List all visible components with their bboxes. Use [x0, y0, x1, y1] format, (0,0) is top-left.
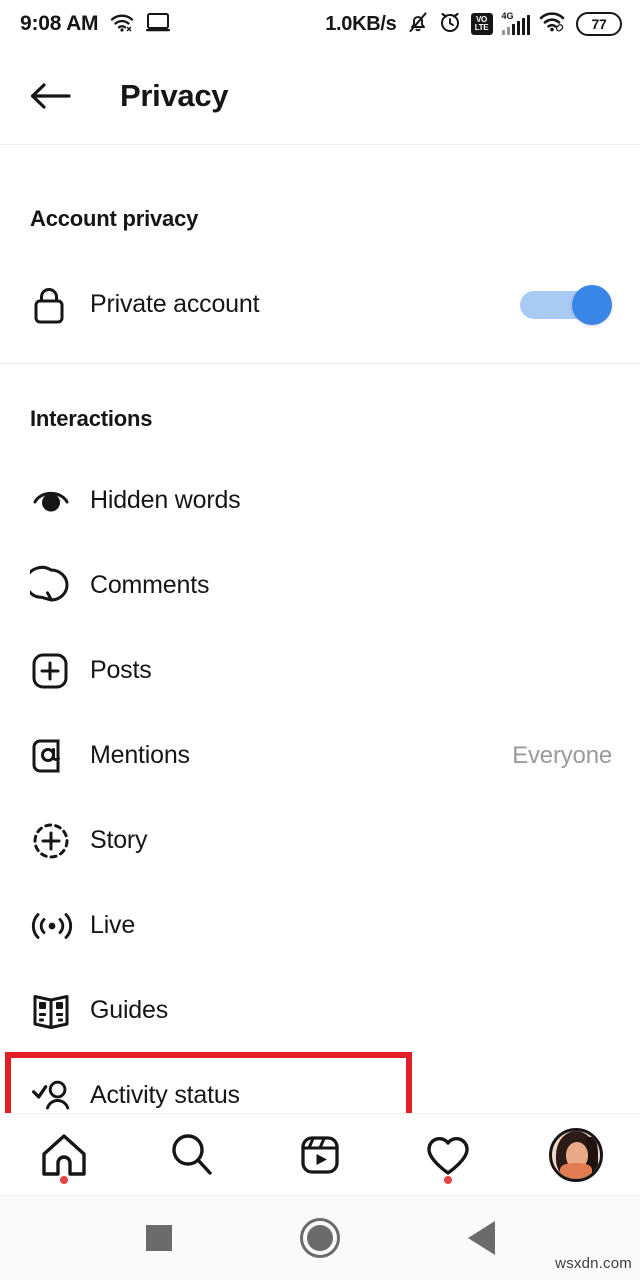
row-label-story: Story [90, 826, 148, 854]
android-system-nav [0, 1195, 640, 1280]
section-title-interactions: Interactions [30, 406, 153, 431]
row-comments[interactable]: Comments [0, 543, 640, 628]
volte-icon: VO LTE [470, 13, 493, 35]
screencast-icon [146, 12, 171, 37]
nav-home[interactable] [19, 1120, 109, 1190]
nav-activity[interactable] [403, 1120, 493, 1190]
search-icon [172, 1133, 212, 1175]
nav-reels[interactable] [275, 1120, 365, 1190]
network-speed: 1.0KB/s [325, 12, 397, 35]
status-bar-right: 1.0KB/s VO LTE 4G 77 [325, 10, 622, 39]
row-story[interactable]: Story [0, 798, 640, 883]
row-hidden-words[interactable]: Hidden words [0, 458, 640, 543]
row-label-hidden-words: Hidden words [90, 486, 241, 514]
at-sign-icon [30, 735, 76, 777]
lock-icon [30, 284, 76, 326]
nav-profile[interactable] [531, 1120, 621, 1190]
row-label-activity-status: Activity status [90, 1081, 240, 1109]
volte-bottom-label: LTE [474, 23, 489, 32]
toggle-thumb [572, 284, 612, 325]
phone-screen: 9:08 AM 1.0KB/s VO LTE 4G 77 Privacy Acc… [0, 0, 640, 1280]
arrow-left-icon [30, 83, 71, 109]
wifi-link-icon [539, 11, 567, 38]
row-label-live: Live [90, 911, 136, 939]
back-button[interactable] [28, 74, 72, 118]
alarm-clock-icon [438, 10, 462, 39]
row-label-posts: Posts [90, 656, 152, 684]
row-live[interactable]: Live [0, 883, 640, 968]
watermark: wsxdn.com [555, 1255, 632, 1272]
square-recents-icon[interactable] [145, 1225, 172, 1251]
row-private-account[interactable]: Private account [0, 262, 640, 347]
open-book-icon [30, 991, 76, 1031]
status-time: 9:08 AM [20, 12, 99, 35]
account-privacy-section: Account privacy Private account [0, 146, 640, 347]
row-label-private-account: Private account [90, 290, 260, 318]
signal-bars-icon: 4G [501, 11, 530, 35]
circle-home-icon[interactable] [299, 1218, 340, 1258]
row-mentions[interactable]: Mentions Everyone [0, 713, 640, 798]
home-icon [42, 1133, 86, 1176]
bottom-navigation [0, 1113, 640, 1195]
bell-muted-icon [407, 10, 429, 39]
hidden-eye-icon [30, 481, 76, 521]
network-gen-label: 4G [501, 11, 514, 21]
live-broadcast-icon [30, 907, 76, 945]
heart-icon [427, 1136, 469, 1175]
battery-level-label: 77 [591, 16, 607, 32]
app-header: Privacy [0, 48, 640, 145]
row-value-mentions: Everyone [512, 741, 612, 769]
comment-bubble-icon [30, 565, 76, 607]
row-label-guides: Guides [90, 996, 169, 1024]
triangle-back-icon[interactable] [467, 1221, 495, 1255]
activity-badge-dot [444, 1175, 452, 1184]
home-badge-dot [60, 1175, 68, 1184]
status-bar: 9:08 AM 1.0KB/s VO LTE 4G 77 [0, 0, 640, 48]
nav-search[interactable] [147, 1120, 237, 1190]
profile-avatar [549, 1127, 603, 1182]
row-label-comments: Comments [90, 571, 210, 599]
person-check-icon [30, 1076, 76, 1116]
private-account-toggle[interactable] [520, 284, 612, 325]
row-posts[interactable]: Posts [0, 628, 640, 713]
interactions-section: Interactions Hidden words Comments Posts… [0, 364, 640, 1138]
post-plus-icon [30, 651, 76, 691]
story-plus-icon [30, 820, 76, 862]
page-title: Privacy [120, 78, 229, 113]
row-label-mentions: Mentions [90, 741, 190, 769]
battery-icon: 77 [576, 12, 622, 36]
section-title-account-privacy: Account privacy [30, 206, 199, 231]
reels-icon [301, 1135, 339, 1174]
wifi-icon [109, 12, 135, 37]
row-guides[interactable]: Guides [0, 968, 640, 1053]
status-bar-left: 9:08 AM [20, 12, 171, 37]
